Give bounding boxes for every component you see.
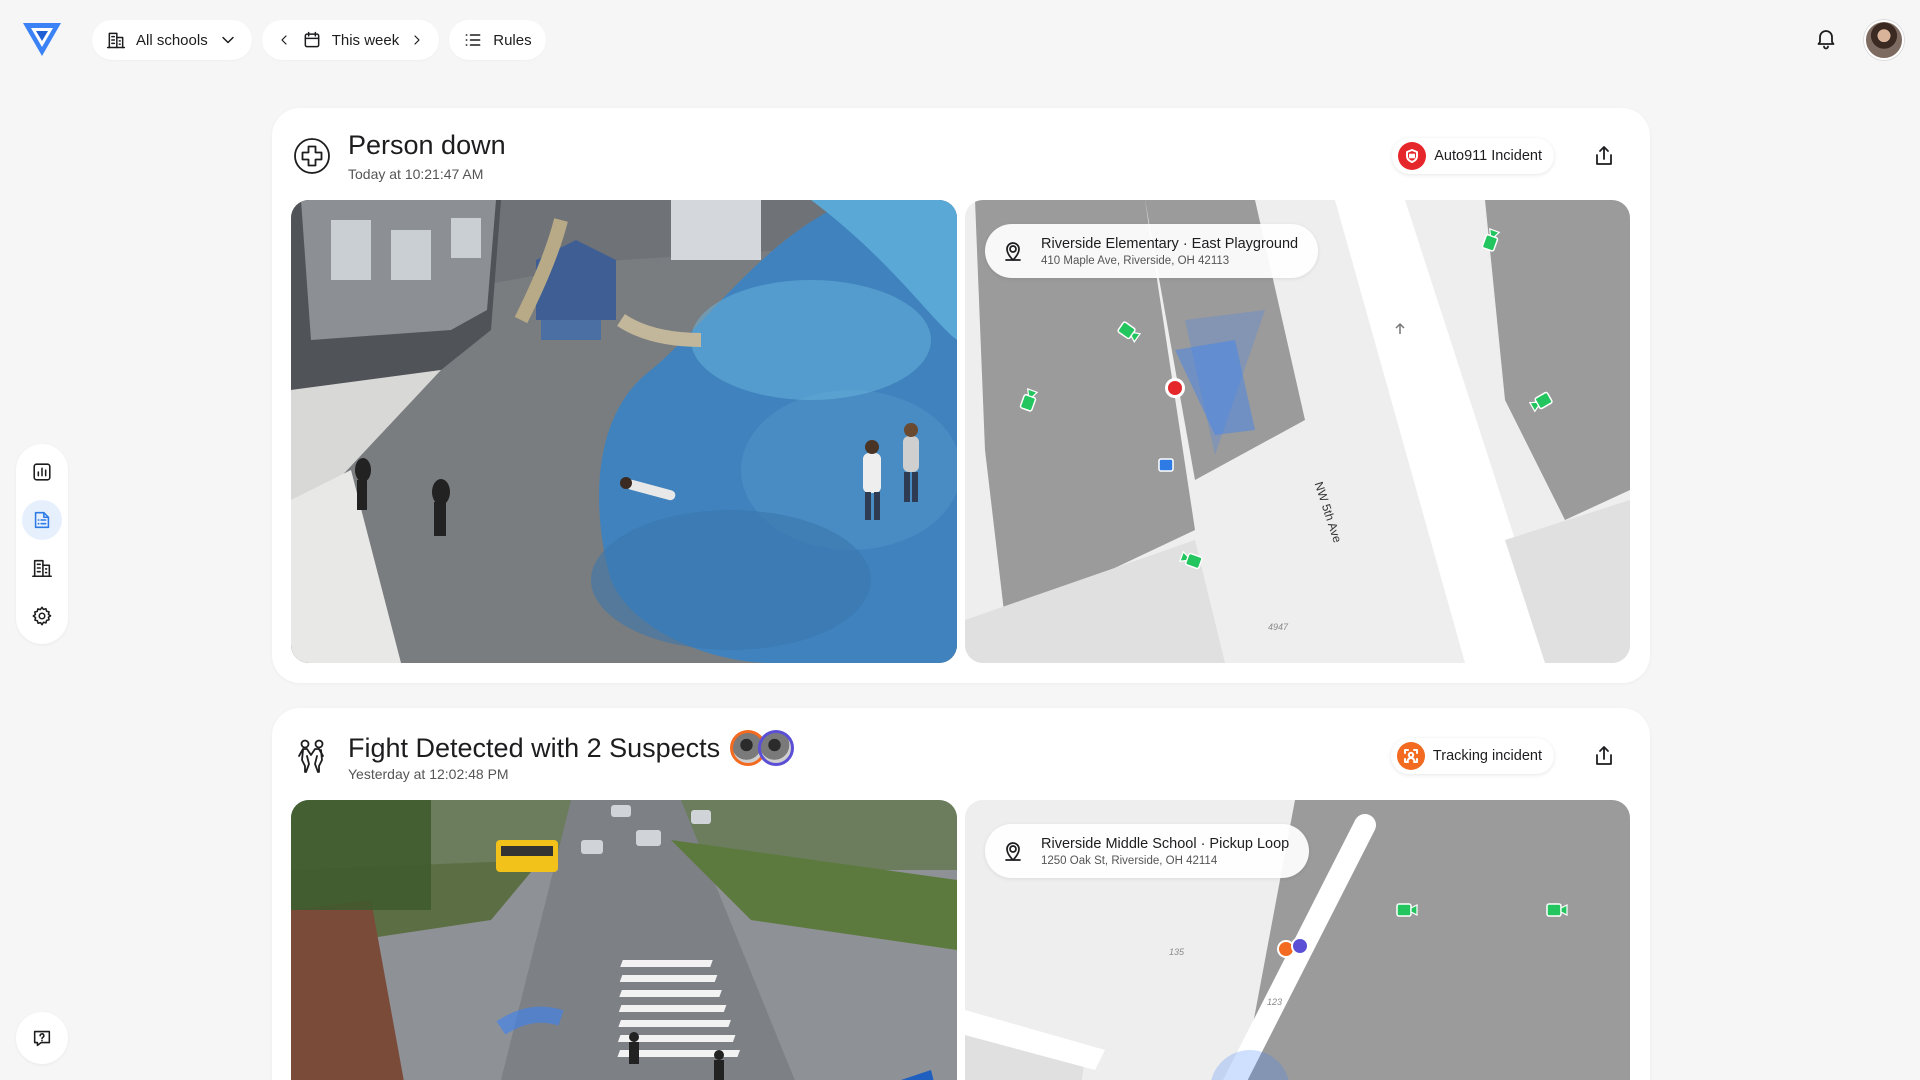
nav-schools[interactable] — [22, 548, 62, 588]
incident-location-marker[interactable] — [1165, 378, 1185, 398]
incident-video[interactable] — [291, 200, 957, 663]
suspect-marker[interactable] — [1291, 937, 1309, 955]
direction-arrow-icon — [1395, 322, 1405, 334]
incident-title: Fight Detected with 2 Suspects — [348, 730, 795, 766]
incident-map[interactable]: Riverside Elementary · East Playground 4… — [965, 200, 1630, 663]
rules-button[interactable]: Rules — [449, 20, 546, 60]
camera-icon[interactable] — [1177, 546, 1205, 574]
incident-header: Fight Detected with 2 Suspects Yesterday… — [292, 730, 1630, 786]
tracking-badge[interactable]: Tracking incident — [1390, 738, 1554, 774]
notifications-button[interactable] — [1814, 26, 1838, 55]
camera-icon[interactable] — [1477, 226, 1505, 254]
chevron-right-icon[interactable] — [409, 32, 425, 48]
location-address: 410 Maple Ave, Riverside, OH 42113 — [1041, 254, 1230, 267]
camera-icon[interactable] — [1527, 388, 1555, 416]
location-chip[interactable]: Riverside Elementary · East Playground 4… — [985, 224, 1319, 278]
shield-icon — [1398, 142, 1427, 170]
location-pin-icon — [997, 835, 1029, 867]
incident-video[interactable] — [291, 800, 957, 1080]
rules-button-label: Rules — [493, 31, 532, 49]
location-chip[interactable]: Riverside Middle School · Pickup Loop 12… — [985, 824, 1310, 878]
incident-map[interactable]: Riverside Middle School · Pickup Loop 12… — [965, 800, 1630, 1080]
camera-icon[interactable] — [1015, 386, 1043, 414]
suspect-avatar[interactable] — [758, 730, 795, 766]
medical-cross-icon — [292, 136, 332, 176]
location-name: Riverside Middle School · Pickup Loop — [1041, 835, 1290, 852]
parcel-label: 4947 — [1268, 622, 1289, 632]
auto911-badge-label: Auto911 Incident — [1434, 148, 1542, 164]
nav-settings[interactable] — [22, 596, 62, 636]
incidents-icon — [34, 511, 50, 529]
location-text: Riverside Middle School · Pickup Loop 12… — [1041, 836, 1289, 867]
bell-icon — [1817, 29, 1835, 49]
calendar-icon — [304, 31, 320, 48]
parcel-label: 123 — [1267, 997, 1283, 1007]
building-icon — [32, 559, 52, 578]
camera-icon[interactable] — [1393, 896, 1421, 924]
share-button[interactable] — [1588, 140, 1620, 172]
share-icon — [1596, 746, 1612, 765]
street-camera-frame — [291, 800, 957, 1080]
location-address: 1250 Oak St, Riverside, OH 42114 — [1041, 854, 1218, 867]
incident-card-person-down[interactable]: Person down Today at 10:21:47 AM Auto911… — [272, 108, 1650, 683]
app-logo[interactable] — [20, 18, 64, 62]
playground-camera-frame — [291, 200, 957, 663]
location-pin-icon — [997, 235, 1029, 267]
incident-time: Yesterday at 12:02:48 PM — [348, 766, 509, 782]
tracking-icon — [1396, 742, 1425, 770]
chevron-down-icon — [221, 36, 234, 44]
tracking-badge-label: Tracking incident — [1432, 748, 1542, 764]
incident-title: Person down — [348, 130, 506, 161]
fight-icon — [292, 736, 332, 776]
date-range-selector: This week — [261, 20, 440, 60]
suspect-thumbnails — [730, 730, 795, 766]
location-name: Riverside Elementary · East Playground — [1041, 235, 1299, 252]
side-nav — [16, 444, 68, 644]
building-icon — [106, 32, 126, 49]
share-button[interactable] — [1588, 740, 1620, 772]
chevron-left-icon[interactable] — [276, 32, 292, 48]
user-avatar[interactable] — [1864, 20, 1904, 60]
incident-header: Person down Today at 10:21:47 AM Auto911… — [292, 130, 1630, 186]
date-range-label[interactable]: This week — [332, 32, 400, 49]
incident-card-fight[interactable]: Fight Detected with 2 Suspects Yesterday… — [272, 708, 1650, 1080]
parcel-label: 135 — [1169, 947, 1185, 957]
camera-icon[interactable] — [1115, 318, 1143, 346]
gear-icon — [32, 606, 52, 626]
location-text: Riverside Elementary · East Playground 4… — [1041, 236, 1298, 267]
help-chat-icon — [33, 1030, 51, 1047]
school-selector[interactable]: All schools — [92, 20, 252, 60]
bar-chart-icon — [33, 463, 51, 481]
logo-icon — [23, 23, 61, 56]
share-icon — [1596, 146, 1612, 165]
active-camera-icon[interactable] — [1155, 453, 1179, 477]
school-selector-label: All schools — [136, 31, 208, 49]
incident-title-text: Fight Detected with 2 Suspects — [348, 732, 721, 763]
incident-time: Today at 10:21:47 AM — [348, 166, 484, 182]
top-toolbar: All schools This week Rules — [92, 20, 546, 60]
list-icon — [465, 34, 481, 46]
camera-icon[interactable] — [1543, 896, 1571, 924]
help-button[interactable] — [16, 1012, 68, 1064]
incident-title-text: Person down — [348, 130, 506, 160]
nav-incidents[interactable] — [22, 500, 62, 540]
top-right-actions — [1814, 20, 1904, 60]
auto911-badge[interactable]: Auto911 Incident — [1392, 138, 1554, 174]
nav-analytics[interactable] — [22, 452, 62, 492]
